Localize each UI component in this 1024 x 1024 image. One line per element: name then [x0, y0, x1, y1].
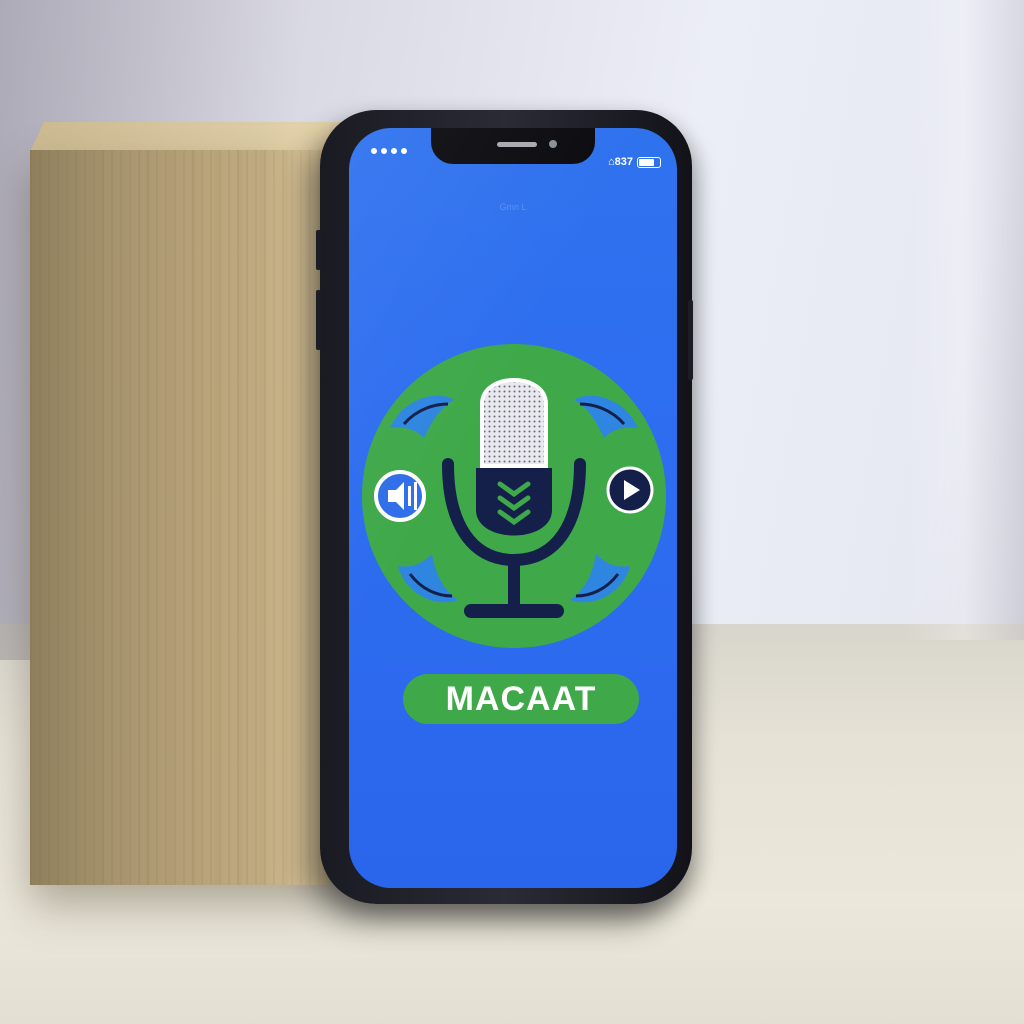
app-logo — [362, 344, 666, 648]
phone-volume-button — [316, 290, 321, 350]
phone-screen: ⌂837 Gmn L MACAAT — [349, 128, 677, 888]
phone-side-button — [316, 230, 321, 270]
photo-scene: ⌂837 Gmn L MACAAT — [0, 0, 1024, 1024]
earpiece-speaker — [497, 142, 537, 147]
phone-notch — [431, 128, 595, 164]
signal-dots-icon — [371, 148, 407, 154]
phone-power-button — [688, 300, 693, 380]
screen-title: Gmn L — [499, 202, 527, 212]
status-text: ⌂837 — [608, 156, 633, 168]
play-button[interactable] — [606, 466, 654, 514]
app-name-badge: MACAAT — [403, 674, 639, 724]
app-name: MACAAT — [445, 679, 597, 718]
battery-icon — [637, 156, 661, 168]
volume-button[interactable] — [374, 470, 426, 522]
front-camera — [549, 140, 557, 148]
window-light — [904, 0, 1024, 640]
status-bar-right: ⌂837 — [608, 156, 661, 168]
